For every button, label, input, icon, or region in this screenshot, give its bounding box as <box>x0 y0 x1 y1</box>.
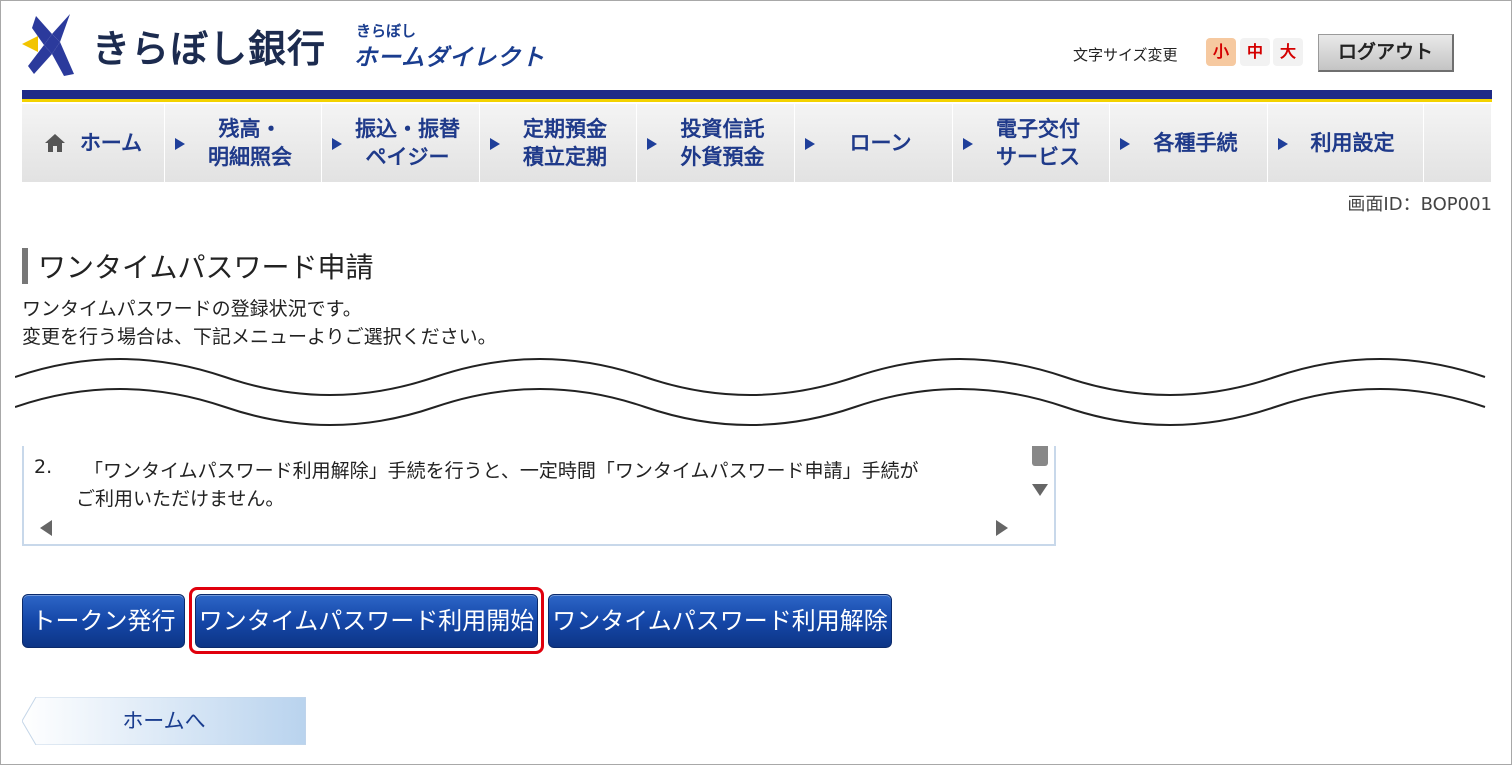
nav-label-home: ホーム <box>79 131 143 155</box>
font-size-large-button[interactable]: 大 <box>1273 38 1303 66</box>
page-description-line2: 変更を行う場合は、下記メニューよりご選択ください。 <box>22 326 497 348</box>
nav-item-home[interactable]: ホーム <box>22 104 165 182</box>
vertical-scrollbar-thumb[interactable] <box>1032 446 1048 466</box>
nav-item-settings[interactable]: 利用設定 <box>1268 104 1424 182</box>
horizontal-scrollbar[interactable] <box>24 514 1028 542</box>
nav-item-blank <box>1424 104 1492 182</box>
otp-cancel-button[interactable]: ワンタイムパスワード利用解除 <box>548 594 892 648</box>
nav-item-transfer[interactable]: 振込・振替 ペイジー <box>322 104 480 182</box>
font-size-medium-button[interactable]: 中 <box>1240 38 1270 66</box>
nav-item-investment[interactable]: 投資信託 外貨預金 <box>637 104 795 182</box>
page-description-line1: ワンタイムパスワードの登録状況です。 <box>22 298 362 320</box>
nav-arrow-icon <box>963 138 973 150</box>
highlight-frame <box>189 587 544 654</box>
token-issue-button[interactable]: トークン発行 <box>22 594 185 648</box>
notice-text-line1: 「ワンタイムパスワード利用解除」手続を行うと、一定時間「ワンタイムパスワード申請… <box>84 460 919 482</box>
nav-arrow-icon <box>175 138 185 150</box>
scroll-left-arrow-icon[interactable] <box>40 520 52 536</box>
service-name: ホームダイレクト <box>354 45 546 71</box>
scroll-right-arrow-icon[interactable] <box>996 520 1008 536</box>
nav-label-time-deposit: 定期預金 積立定期 <box>523 117 607 169</box>
nav-item-e-delivery[interactable]: 電子交付 サービス <box>953 104 1110 182</box>
font-size-small-button[interactable]: 小 <box>1206 38 1236 66</box>
nav-arrow-icon <box>1278 138 1288 150</box>
nav-label-procedures: 各種手続 <box>1153 131 1238 155</box>
nav-arrow-icon <box>490 138 500 150</box>
nav-item-balance[interactable]: 残高・ 明細照会 <box>165 104 322 182</box>
title-accent-bar <box>22 248 28 284</box>
scroll-down-arrow-icon[interactable] <box>1032 484 1048 496</box>
page-title: ワンタイムパスワード申請 <box>38 251 374 284</box>
nav-item-time-deposit[interactable]: 定期預金 積立定期 <box>480 104 637 182</box>
notice-scroll-box[interactable]: 2. 「ワンタイムパスワード利用解除」手続を行うと、一定時間「ワンタイムパスワー… <box>22 446 1056 546</box>
home-icon <box>44 134 65 152</box>
nav-arrow-icon <box>1120 138 1130 150</box>
nav-top-bar <box>22 90 1492 102</box>
nav-label-transfer: 振込・振替 ペイジー <box>355 117 460 169</box>
screen-id: 画面ID：BOP001 <box>1347 194 1492 215</box>
font-size-label: 文字サイズ変更 <box>1073 46 1178 64</box>
notice-item-number: 2. <box>34 456 53 478</box>
main-nav: ホーム 残高・ 明細照会 振込・振替 ペイジー 定期預金 積立定期 投資信託 外… <box>22 104 1492 182</box>
logout-button[interactable]: ログアウト <box>1318 34 1454 72</box>
nav-label-settings: 利用設定 <box>1310 131 1395 155</box>
nav-label-e-delivery: 電子交付 サービス <box>996 117 1080 169</box>
nav-label-loan: ローン <box>849 131 912 155</box>
back-to-home-button[interactable]: ホームへ <box>22 697 306 745</box>
nav-item-loan[interactable]: ローン <box>795 104 953 182</box>
bank-name: きらぼし銀行 <box>92 27 327 71</box>
nav-arrow-icon <box>647 138 657 150</box>
nav-label-investment: 投資信託 外貨預金 <box>680 117 765 169</box>
nav-arrow-icon <box>805 138 815 150</box>
omission-wave-divider <box>15 358 1486 426</box>
kiraboshi-star-logo-icon <box>22 14 74 76</box>
nav-label-balance: 残高・ 明細照会 <box>208 117 292 169</box>
nav-item-procedures[interactable]: 各種手続 <box>1110 104 1268 182</box>
notice-text-line2: ご利用いただけません。 <box>76 488 285 510</box>
nav-arrow-icon <box>332 138 342 150</box>
